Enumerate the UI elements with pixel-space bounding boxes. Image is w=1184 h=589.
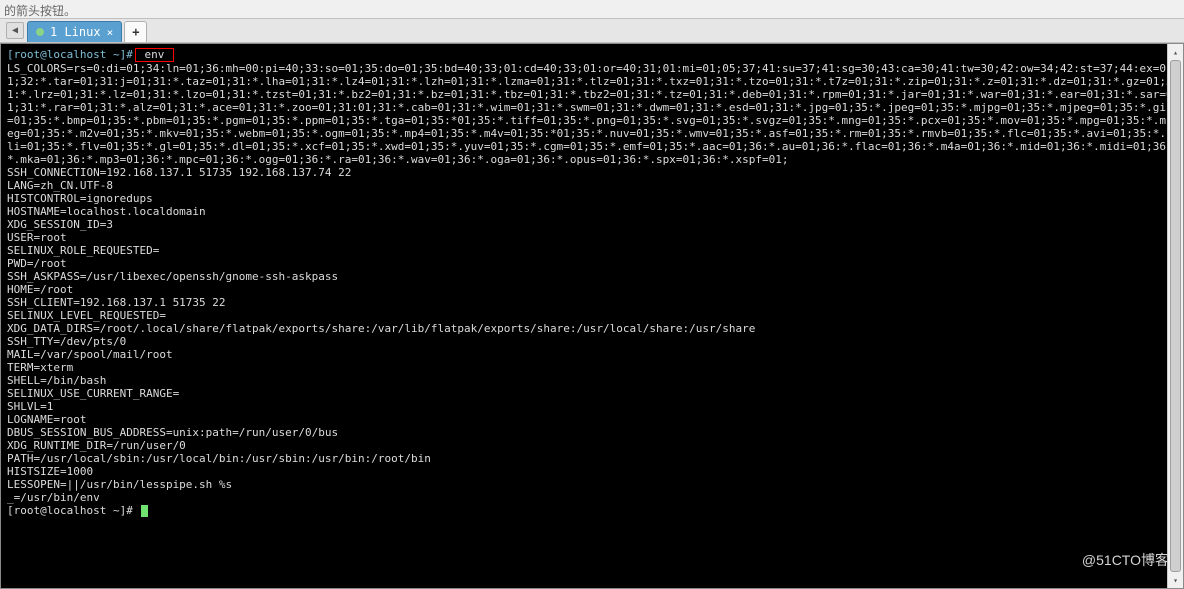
output-line: SELINUX_USE_CURRENT_RANGE= <box>7 387 1177 400</box>
prompt: [root@localhost ~]# <box>7 48 133 61</box>
output-line: HOME=/root <box>7 283 1177 296</box>
new-tab-button[interactable]: + <box>124 21 147 42</box>
terminal-frame: [root@localhost ~]# env LS_COLORS=rs=0:d… <box>0 43 1184 589</box>
output-line: TERM=xterm <box>7 361 1177 374</box>
output-line: PATH=/usr/local/sbin:/usr/local/bin:/usr… <box>7 452 1177 465</box>
command-highlight: env <box>135 48 174 62</box>
output-line: _=/usr/bin/env <box>7 491 1177 504</box>
output-line: USER=root <box>7 231 1177 244</box>
output-line: SHLVL=1 <box>7 400 1177 413</box>
output-line: LANG=zh_CN.UTF-8 <box>7 179 1177 192</box>
output-line: XDG_RUNTIME_DIR=/run/user/0 <box>7 439 1177 452</box>
session-status-icon <box>36 28 44 36</box>
output-line: SHELL=/bin/bash <box>7 374 1177 387</box>
prompt: [root@localhost ~]# <box>7 504 139 517</box>
output-line: SELINUX_ROLE_REQUESTED= <box>7 244 1177 257</box>
tab-history-back[interactable]: ◀ <box>6 22 24 39</box>
output-line: LESSOPEN=||/usr/bin/lesspipe.sh %s <box>7 478 1177 491</box>
output-line: HISTSIZE=1000 <box>7 465 1177 478</box>
output-line: XDG_DATA_DIRS=/root/.local/share/flatpak… <box>7 322 1177 335</box>
output-line: XDG_SESSION_ID=3 <box>7 218 1177 231</box>
output-line: LOGNAME=root <box>7 413 1177 426</box>
output-line: SSH_ASKPASS=/usr/libexec/openssh/gnome-s… <box>7 270 1177 283</box>
output-line: SSH_CONNECTION=192.168.137.1 51735 192.1… <box>7 166 1177 179</box>
scroll-down-arrow[interactable]: ▾ <box>1168 572 1183 588</box>
output-line: HISTCONTROL=ignoredups <box>7 192 1177 205</box>
output-line: MAIL=/var/spool/mail/root <box>7 348 1177 361</box>
output-line: DBUS_SESSION_BUS_ADDRESS=unix:path=/run/… <box>7 426 1177 439</box>
cursor <box>141 505 148 517</box>
tab-bar: ◀ 1 Linux × + <box>0 18 1184 43</box>
scrollbar-thumb[interactable] <box>1170 60 1181 572</box>
output-line: SSH_CLIENT=192.168.137.1 51735 22 <box>7 296 1177 309</box>
output-line: LS_COLORS=rs=0:di=01;34:ln=01;36:mh=00:p… <box>7 62 1177 166</box>
vertical-scrollbar[interactable]: ▴ ▾ <box>1167 44 1183 588</box>
tab-1-linux[interactable]: 1 Linux × <box>27 21 122 42</box>
output-line: PWD=/root <box>7 257 1177 270</box>
scrollbar-track[interactable] <box>1168 60 1183 572</box>
tab-label: 1 Linux <box>50 25 101 39</box>
output-line: SELINUX_LEVEL_REQUESTED= <box>7 309 1177 322</box>
scroll-up-arrow[interactable]: ▴ <box>1168 44 1183 60</box>
close-icon[interactable]: × <box>107 26 114 39</box>
output-line: SSH_TTY=/dev/pts/0 <box>7 335 1177 348</box>
terminal[interactable]: [root@localhost ~]# env LS_COLORS=rs=0:d… <box>1 44 1183 588</box>
output-line: HOSTNAME=localhost.localdomain <box>7 205 1177 218</box>
